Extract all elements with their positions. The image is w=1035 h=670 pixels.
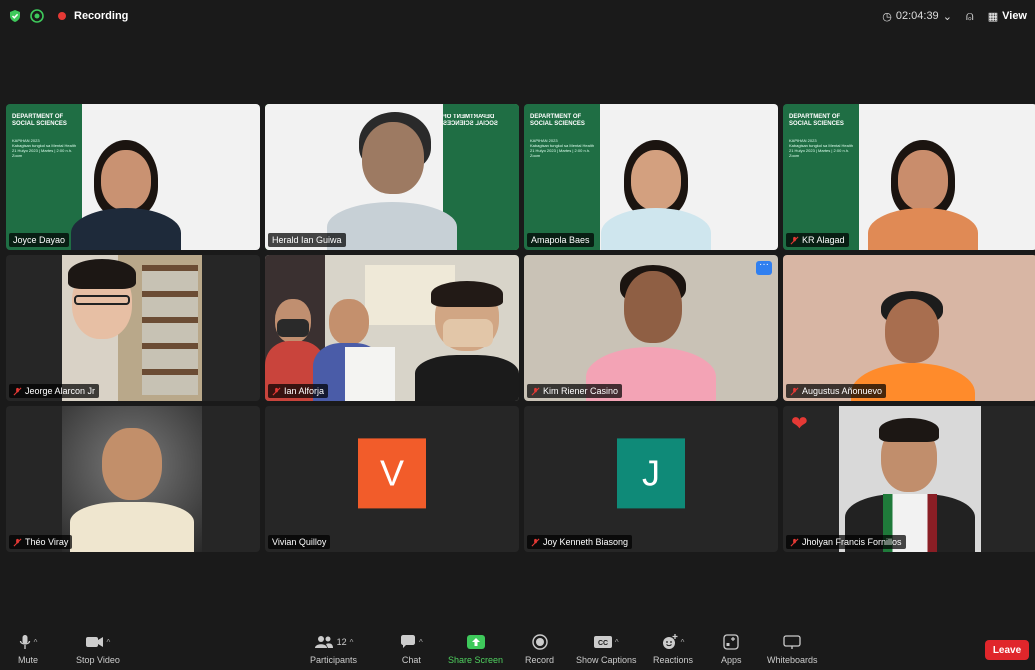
security-shield-icon[interactable] [8, 9, 22, 23]
video-tile-jeorge-alarcon-jr[interactable]: Jeorge Alarcon Jr [6, 255, 260, 401]
mic-muted-icon [790, 236, 799, 244]
participants-icon [314, 636, 333, 648]
share-screen-button[interactable]: Share Screen [448, 632, 503, 665]
participant-video [863, 130, 983, 250]
participant-avatar: J [617, 438, 685, 509]
view-label: View [1002, 10, 1027, 22]
meeting-timer[interactable]: ◷ 02:04:39 ⌄ [882, 10, 952, 23]
meeting-info-icon[interactable]: ⍝ [966, 8, 974, 24]
mic-muted-icon [790, 387, 799, 395]
participant-photo [839, 406, 981, 552]
recording-label[interactable]: Recording [74, 10, 128, 22]
mic-muted-icon [531, 538, 540, 546]
mic-muted-icon [13, 387, 22, 395]
recording-dot-icon [58, 12, 66, 20]
video-tile-joyce-dayao[interactable]: DEPARTMENT OF SOCIAL SCIENCES KAPIHAN 20… [6, 104, 260, 250]
mic-muted-icon [13, 538, 22, 546]
participant-name-tag: Ian Alforja [268, 384, 329, 398]
participant-name-tag: Joyce Dayao [9, 233, 70, 247]
mic-muted-icon [531, 387, 540, 395]
video-tile-kim-riener-casino[interactable]: ··· Kim Riener Casino [524, 255, 778, 401]
participant-video [596, 130, 716, 250]
timer-value: 02:04:39 [895, 10, 939, 22]
video-tile-kr-alagad[interactable]: DEPARTMENT OF SOCIAL SCIENCES KAPIHAN 20… [783, 104, 1035, 250]
video-tile-jholyan-francis-fornillos[interactable]: ❤ Jholyan Francis Fornillos [783, 406, 1035, 552]
chevron-up-icon[interactable]: ^ [350, 638, 354, 647]
mic-muted-icon [272, 387, 281, 395]
view-button[interactable]: ▦ View [988, 10, 1027, 23]
chevron-down-icon: ⌄ [942, 10, 952, 23]
clock-icon: ◷ [882, 10, 892, 23]
participant-photo [62, 406, 202, 552]
chevron-up-icon[interactable]: ^ [34, 638, 38, 647]
participant-video [576, 261, 726, 401]
participant-name-tag: Joy Kenneth Biasong [527, 535, 633, 549]
participants-button[interactable]: 12 ^ Participants [310, 632, 357, 665]
participant-video [62, 255, 202, 401]
video-gallery: DEPARTMENT OF SOCIAL SCIENCES KAPIHAN 20… [6, 104, 1035, 554]
participant-video [317, 110, 467, 250]
background-title: DEPARTMENT OF SOCIAL SCIENCES [789, 114, 844, 127]
grid-view-icon: ▦ [987, 10, 999, 23]
more-options-button[interactable]: ··· [756, 260, 772, 275]
top-bar: Recording ◷ 02:04:39 ⌄ ⍝ ▦ View [0, 0, 1035, 32]
participant-video [843, 281, 983, 401]
chevron-up-icon[interactable]: ^ [615, 638, 619, 647]
chat-button[interactable]: ^ Chat [400, 632, 423, 665]
participant-name-tag: Herald Ian Guiwa [268, 233, 346, 247]
participant-avatar: V [358, 438, 426, 509]
video-tile-joy-kenneth-biasong[interactable]: J Joy Kenneth Biasong [524, 406, 778, 552]
video-tile-vivian-quilloy[interactable]: V Vivian Quilloy [265, 406, 519, 552]
apps-icon [723, 634, 739, 650]
svg-text:CC: CC [598, 640, 608, 647]
video-tile-herald-ian-guiwa[interactable]: DEPARTMENT OF SOCIAL SCIENCES Herald Ian… [265, 104, 519, 250]
record-icon [531, 634, 548, 650]
chevron-up-icon[interactable]: ^ [107, 638, 111, 647]
meeting-toolbar: ^ Mute ^ Stop Video 12 ^ Participants ^ … [0, 628, 1035, 670]
background-title: DEPARTMENT OF SOCIAL SCIENCES [12, 114, 67, 127]
participant-name-tag: KR Alagad [786, 233, 849, 247]
participant-name-tag: Amapola Baes [527, 233, 594, 247]
heart-reaction-icon: ❤ [791, 413, 808, 435]
stop-video-button[interactable]: ^ Stop Video [76, 632, 120, 665]
mute-button[interactable]: ^ Mute [18, 632, 38, 665]
microphone-icon [19, 635, 30, 649]
participant-name-tag: Kim Riener Casino [527, 384, 623, 398]
record-button[interactable]: Record [525, 632, 554, 665]
smiley-plus-icon [662, 634, 678, 649]
participant-name-tag: Théo Viray [9, 535, 73, 549]
participant-video [265, 255, 519, 401]
whiteboard-icon [783, 635, 801, 649]
video-tile-augustus-anonuevo[interactable]: Augustus Añonuevo [783, 255, 1035, 401]
video-tile-amapola-baes[interactable]: DEPARTMENT OF SOCIAL SCIENCES KAPIHAN 20… [524, 104, 778, 250]
participant-name-tag: Vivian Quilloy [268, 535, 331, 549]
chevron-up-icon[interactable]: ^ [681, 638, 685, 647]
participants-count: 12 [336, 637, 347, 647]
video-tile-ian-alforja[interactable]: Ian Alforja [265, 255, 519, 401]
participant-name-tag: Jholyan Francis Fornillos [786, 535, 906, 549]
participant-name-tag: Jeorge Alarcon Jr [9, 384, 100, 398]
video-tile-theo-viray[interactable]: Théo Viray [6, 406, 260, 552]
apps-button[interactable]: Apps [721, 632, 742, 665]
whiteboards-button[interactable]: Whiteboards [767, 632, 818, 665]
reactions-button[interactable]: ^ Reactions [653, 632, 693, 665]
share-screen-icon [466, 635, 485, 649]
participant-name-tag: Augustus Añonuevo [786, 384, 887, 398]
mic-muted-icon [790, 538, 799, 546]
background-title: DEPARTMENT OF SOCIAL SCIENCES [530, 114, 585, 127]
leave-button[interactable]: Leave [985, 640, 1029, 660]
background-details: KAPIHAN 2023 Kabagisan tungkol sa Mental … [530, 138, 595, 158]
video-camera-icon [85, 637, 103, 647]
chat-bubble-icon [401, 635, 415, 648]
captions-icon: CC [593, 636, 612, 648]
background-details: KAPIHAN 2023 Kabagisan tungkol sa Mental … [789, 138, 854, 158]
show-captions-button[interactable]: CC ^ Show Captions [576, 632, 637, 665]
connection-status-icon[interactable] [30, 9, 44, 23]
participant-video [66, 130, 186, 250]
chevron-up-icon[interactable]: ^ [419, 638, 423, 647]
